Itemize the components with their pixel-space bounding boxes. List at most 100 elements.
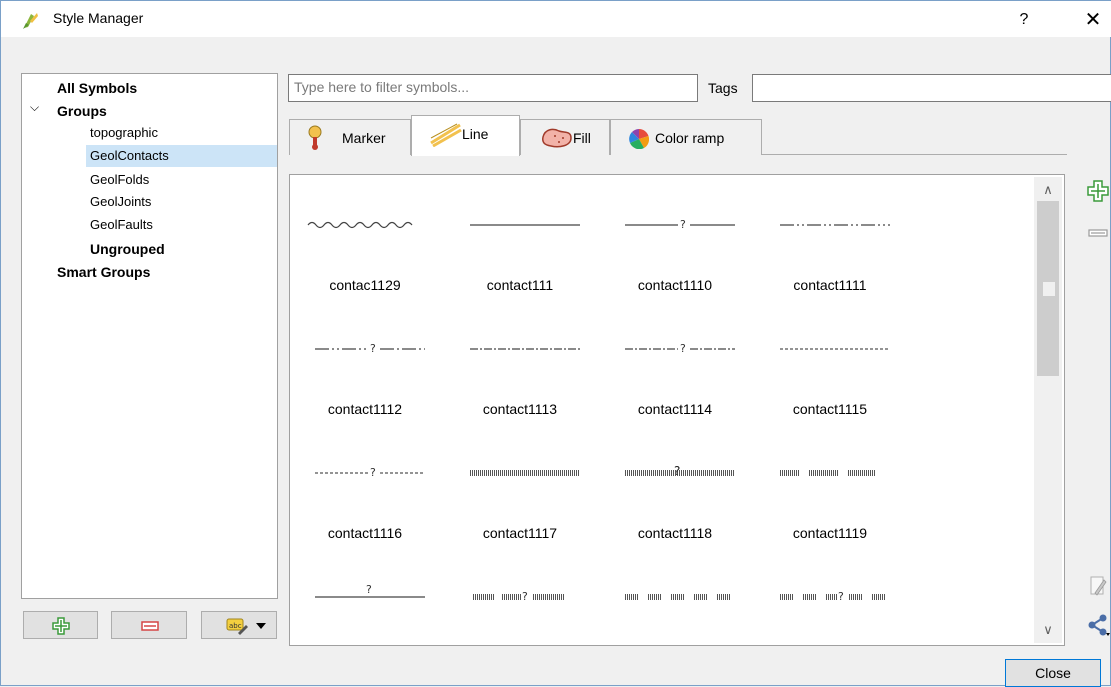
share-icon[interactable] — [1086, 613, 1110, 637]
color-ramp-icon — [629, 129, 649, 149]
groups-tree: All Symbols ⌵ Groups topographic GeolCon… — [21, 73, 278, 599]
symbol-item[interactable]: contact1121 — [600, 563, 750, 645]
close-button[interactable]: Close — [1005, 659, 1101, 687]
add-symbol-icon[interactable] — [1086, 179, 1110, 203]
tab-line-label: Line — [462, 126, 489, 142]
symbol-name: contact1111 — [793, 277, 867, 293]
symbol-name: contact1118 — [637, 525, 713, 541]
symbol-item[interactable]: contact1115 — [755, 315, 905, 435]
symbol-name: contact1114 — [637, 401, 713, 417]
svg-text:?: ? — [680, 218, 686, 231]
marker-icon — [308, 125, 322, 150]
symbol-name: contact1117 — [482, 525, 558, 541]
line-symbol-preview — [470, 348, 580, 350]
symbol-name: contact1110 — [637, 277, 713, 293]
line-symbol-preview: ? — [315, 466, 425, 479]
symbol-list[interactable]: contac1129 contact111 ? contact1110 cont… — [289, 174, 1065, 646]
tab-fill[interactable]: Fill — [520, 119, 610, 155]
symbol-list-scrollbar[interactable]: ∧ ∨ — [1034, 177, 1062, 643]
help-button[interactable]: ? — [1009, 7, 1039, 33]
scrollbar-marker — [1043, 282, 1055, 296]
svg-text:?: ? — [838, 590, 844, 603]
line-symbol-preview — [625, 594, 731, 600]
line-symbol-preview — [780, 348, 890, 350]
tab-line[interactable]: Line — [411, 115, 520, 156]
line-symbol-preview: ? — [780, 590, 886, 603]
window-close-button[interactable]: ✕ — [1078, 7, 1108, 33]
symbol-type-tabs: Marker Line Fill Color ramp — [289, 115, 1067, 156]
tab-color-ramp[interactable]: Color ramp — [610, 119, 762, 155]
line-symbol-preview: ? — [625, 218, 735, 231]
line-symbol-preview: ? — [315, 342, 425, 355]
symbol-name: contact111 — [486, 277, 554, 293]
svg-text:?: ? — [370, 466, 376, 479]
line-symbol-preview — [470, 224, 580, 226]
line-symbol-preview: ? — [625, 342, 735, 355]
symbol-item[interactable]: ? contact1110 — [600, 191, 750, 311]
symbol-item[interactable]: contact1113 — [445, 315, 595, 435]
svg-text:?: ? — [366, 583, 372, 596]
symbol-item[interactable]: contact1119 — [755, 439, 905, 559]
svg-text:?: ? — [674, 464, 680, 478]
symbol-name: contact1116 — [327, 525, 403, 541]
remove-symbol-icon[interactable] — [1086, 221, 1110, 245]
tree-item-geolfolds[interactable]: GeolFolds — [90, 169, 149, 191]
symbol-item[interactable]: contac1129 — [290, 191, 440, 311]
tab-marker[interactable]: Marker — [289, 119, 411, 155]
tree-item-all-symbols[interactable]: All Symbols — [57, 77, 137, 99]
window-title: Style Manager — [53, 10, 144, 26]
style-manager-window: Style Manager ? ✕ All Symbols ⌵ Groups t… — [0, 0, 1111, 687]
tree-item-geoljoints[interactable]: GeolJoints — [90, 191, 151, 213]
tab-marker-label: Marker — [342, 130, 386, 146]
scroll-down-icon[interactable]: ∨ — [1034, 617, 1062, 643]
add-group-button[interactable] — [23, 611, 98, 639]
tree-item-smart-groups[interactable]: Smart Groups — [57, 261, 150, 283]
symbol-name: contact1119 — [792, 525, 868, 541]
symbol-item[interactable]: contact1111 — [755, 191, 905, 311]
symbol-item[interactable]: ? contact1120 — [445, 563, 595, 645]
title-bar: Style Manager ? ✕ — [1, 1, 1111, 37]
symbol-name: contac1129 — [329, 277, 401, 293]
symbol-name: contact1115 — [792, 401, 868, 417]
symbol-item[interactable]: contact111 — [445, 191, 595, 311]
fill-icon — [542, 128, 572, 148]
tree-item-geolcontacts[interactable]: GeolContacts — [86, 145, 277, 167]
add-icon — [52, 617, 70, 635]
svg-text:?: ? — [370, 342, 376, 355]
tree-item-groups[interactable]: Groups — [57, 100, 107, 122]
scroll-up-icon[interactable]: ∧ — [1034, 177, 1062, 203]
line-symbol-preview — [780, 470, 875, 476]
edit-tags-button[interactable]: abc — [201, 611, 277, 639]
symbol-item[interactable]: ? contact112 — [290, 563, 440, 645]
tag-edit-icon: abc — [226, 618, 248, 635]
symbol-name: contact1112 — [327, 401, 403, 417]
svg-text:?: ? — [522, 590, 528, 603]
symbol-item[interactable]: contact1117 — [445, 439, 595, 559]
symbol-item[interactable]: ? contact1116 — [290, 439, 440, 559]
symbol-name: contact1113 — [482, 401, 558, 417]
tree-item-topographic[interactable]: topographic — [90, 122, 158, 144]
line-symbol-preview: ? — [473, 590, 565, 603]
chevron-down-icon[interactable]: ⌵ — [30, 100, 39, 115]
line-symbol-preview — [780, 224, 890, 226]
svg-text:?: ? — [680, 342, 686, 355]
line-symbol-preview — [307, 221, 413, 229]
line-symbol-preview — [470, 470, 580, 476]
svg-text:abc: abc — [229, 622, 242, 630]
qgis-app-icon — [23, 13, 38, 29]
tab-fill-label: Fill — [573, 130, 591, 146]
tags-input[interactable] — [752, 74, 1111, 102]
dropdown-arrow-icon — [256, 623, 266, 629]
tree-item-geolfaults[interactable]: GeolFaults — [90, 214, 153, 236]
symbol-item[interactable]: ? contact1112 — [290, 315, 440, 435]
symbol-item[interactable]: ? contact1118 — [600, 439, 750, 559]
line-symbol-preview: ? — [315, 583, 425, 598]
line-icon — [430, 123, 462, 147]
remove-group-button[interactable] — [111, 611, 187, 639]
symbol-filter-input[interactable]: Type here to filter symbols... — [288, 74, 698, 102]
symbol-item[interactable]: ? contact1114 — [600, 315, 750, 435]
tab-color-ramp-label: Color ramp — [655, 130, 725, 146]
edit-symbol-icon[interactable] — [1086, 574, 1110, 598]
tree-item-ungrouped[interactable]: Ungrouped — [90, 238, 165, 260]
symbol-item[interactable]: ? contact1122 — [755, 563, 905, 645]
